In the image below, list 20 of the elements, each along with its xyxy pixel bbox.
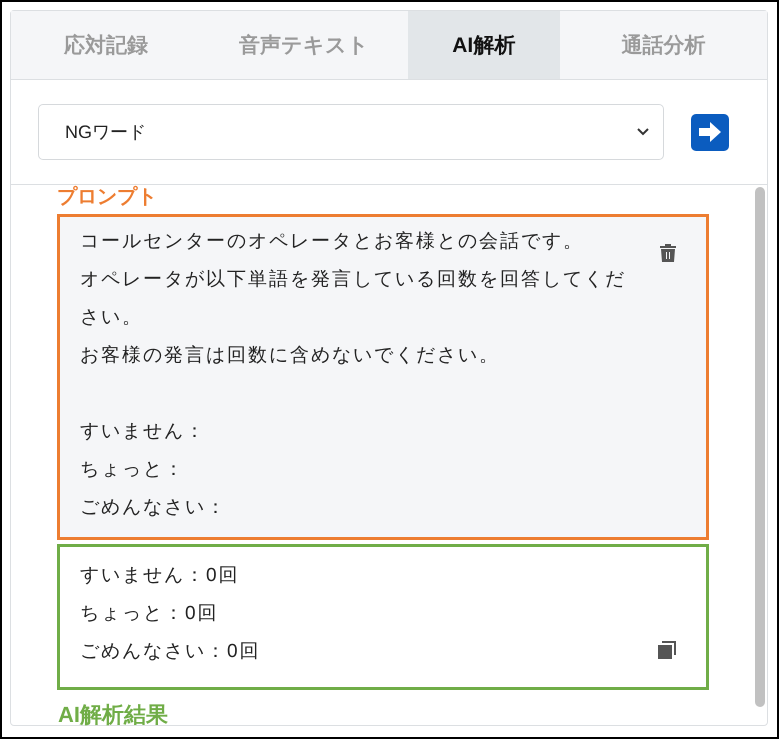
trash-icon[interactable] xyxy=(660,244,676,262)
prompt-line: コールセンターのオペレータとお客様との会話です。 xyxy=(80,230,585,254)
scrollbar[interactable] xyxy=(755,187,765,707)
arrow-right-icon xyxy=(697,121,723,143)
result-label: AI解析結果 xyxy=(58,702,168,728)
result-line: すいません：0回 xyxy=(80,564,241,588)
tab[interactable]: AI解析 xyxy=(408,11,560,79)
prompt-label: プロンプト xyxy=(57,185,158,209)
result-line: ちょっと：0回 xyxy=(80,602,220,626)
arrow-right-button[interactable] xyxy=(691,114,729,150)
prompt-line: ちょっと： xyxy=(80,458,186,482)
copy-icon[interactable] xyxy=(658,641,676,659)
prompt-line: ごめんなさい： xyxy=(80,496,228,520)
chevron-icon xyxy=(637,128,649,136)
prompt-line: お客様の発言は回数に含めないでください。 xyxy=(80,344,501,368)
prompt-line: オペレータが以下単語を発言している回数を回答してください。 xyxy=(80,268,627,330)
prompt-line: すいません： xyxy=(80,420,207,444)
prompt-select[interactable]: NGワード xyxy=(38,104,664,160)
prompt-box[interactable]: コールセンターのオペレータとお客様との会話です。 オペレータが以下単語を発言している回数を回答してください。 お客様の発言は回数に含めないでください。 すいません： ちょっと： ごめんなさい： xyxy=(57,214,709,540)
result-line: ごめんなさい：0回 xyxy=(80,640,262,664)
